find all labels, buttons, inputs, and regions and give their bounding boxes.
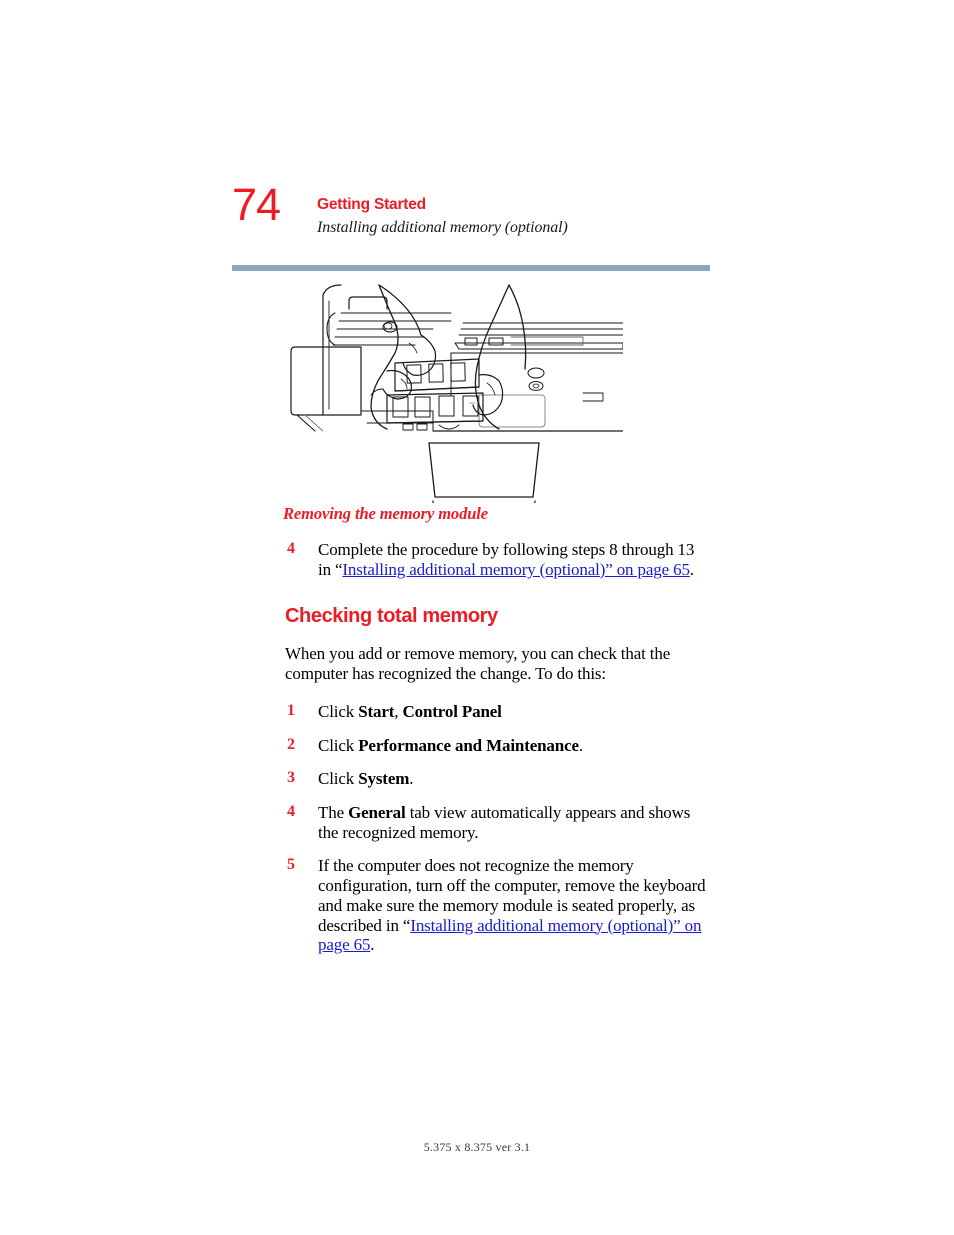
section-heading-checking-total-memory: Checking total memory [285, 605, 498, 628]
step-prefix: Click [318, 735, 359, 755]
page-header: 74 Getting Started Installing additional… [232, 182, 712, 250]
memory-module-illustration [283, 283, 623, 503]
step-item-2: 2 Click Performance and Maintenance. [285, 736, 710, 756]
ui-label-performance-and-maintenance: Performance and Maintenance [358, 735, 579, 755]
page-number: 74 [232, 179, 281, 230]
step-item-5: 5 If the computer does not recognize the … [285, 856, 710, 955]
step-number: 4 [287, 803, 295, 821]
ui-label-general: General [348, 803, 406, 823]
step-number: 1 [287, 701, 295, 719]
step-item-3: 3 Click System. [285, 769, 710, 789]
link-installing-additional-memory-1[interactable]: Installing additional memory (optional)”… [342, 560, 690, 579]
ui-label-start: Start [358, 701, 395, 721]
intro-paragraph: When you add or remove memory, you can c… [285, 644, 671, 684]
step-number: 4 [287, 540, 295, 557]
header-chapter-title: Getting Started [317, 196, 426, 213]
step-prefix: Click [318, 769, 359, 789]
ui-label-system: System [358, 769, 410, 789]
step-number: 3 [287, 769, 295, 787]
page-body: 4 Complete the procedure by following ste… [285, 540, 710, 969]
figure-caption: Removing the memory module [283, 504, 489, 523]
step-item-1: 1 Click Start, Control Panel [285, 702, 710, 722]
step-item-top-4: 4 Complete the procedure by following ste… [285, 540, 710, 579]
numbered-steps-list: 1 Click Start, Control Panel 2 Click Perfo… [285, 702, 710, 955]
step-number: 5 [287, 856, 295, 874]
step-prefix: The [318, 803, 349, 823]
step-text-after: . [689, 559, 694, 579]
step-prefix: Click [318, 701, 359, 721]
document-page: 74 Getting Started Installing additional… [0, 0, 954, 1235]
page-footer: 5.375 x 8.375 ver 3.1 [423, 1140, 531, 1154]
step-text-after: . [370, 935, 375, 955]
header-section-subtitle: Installing additional memory (optional) [317, 218, 568, 236]
step-item-4: 4 The General tab view automatically appe… [285, 803, 710, 842]
step-number: 2 [287, 735, 295, 753]
step-suffix: . [578, 735, 583, 755]
ui-label-control-panel: Control Panel [402, 701, 502, 721]
header-divider-rule [232, 265, 710, 271]
header-text-group: Getting Started Installing additional me… [317, 196, 568, 239]
step-suffix: . [409, 769, 414, 789]
